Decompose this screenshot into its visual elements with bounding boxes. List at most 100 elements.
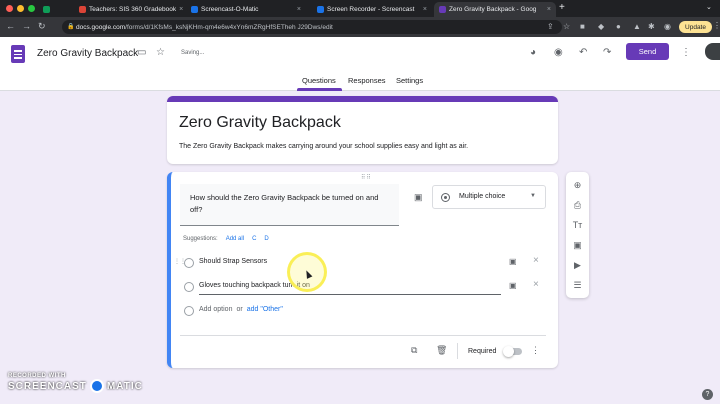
star-icon[interactable]: ☆ — [156, 47, 165, 59]
option-radio-icon — [184, 306, 194, 316]
add-title-icon[interactable]: Tт — [566, 220, 589, 230]
browser-tab[interactable]: Screen Recorder - Screencast × — [312, 2, 432, 17]
send-button[interactable]: Send — [626, 43, 669, 60]
tab-title: Teachers: SIS 360 Gradebook — [89, 6, 177, 13]
tab-settings[interactable]: Settings — [396, 76, 423, 85]
favicon-icon — [191, 6, 198, 13]
add-image-icon[interactable]: ▣ — [566, 240, 589, 251]
remove-option-icon[interactable]: × — [533, 255, 539, 266]
forms-logo-icon[interactable] — [11, 45, 25, 63]
redo-icon[interactable]: ↷ — [603, 47, 611, 59]
option-input[interactable]: Gloves touching backpack turn it on — [199, 279, 501, 295]
option-text[interactable]: Should Strap Sensors — [199, 258, 267, 265]
add-option-link[interactable]: Add option or add "Other" — [199, 306, 283, 313]
move-to-folder-icon[interactable]: ▭ — [137, 47, 146, 59]
question-toolbar: ⊕ ⎙ Tт ▣ ▶ ☰ — [566, 172, 589, 298]
extension-icon[interactable]: ◆ — [598, 21, 604, 32]
browser-tab-active[interactable]: Zero Gravity Backpack - Goog × — [434, 2, 556, 17]
browser-menu-icon[interactable]: ⋮ — [713, 21, 720, 30]
suggestion-c[interactable]: C — [252, 236, 256, 242]
add-section-icon[interactable]: ☰ — [566, 280, 589, 291]
forms-header: Zero Gravity Backpack ▭ ☆ Saving... ◕ ◉ … — [0, 37, 720, 91]
option-row[interactable]: ⋮⋮ Should Strap Sensors ▣ × — [174, 255, 550, 271]
drag-handle-icon[interactable]: ⠿⠿ — [361, 174, 372, 181]
bookmark-star-icon[interactable]: ☆ — [563, 21, 570, 32]
add-other-link[interactable]: add "Other" — [247, 306, 283, 313]
maximize-window-button[interactable] — [28, 5, 35, 12]
required-label: Required — [468, 348, 497, 355]
new-tab-icon[interactable]: + — [559, 2, 565, 13]
close-tab-icon[interactable]: × — [423, 6, 427, 13]
minimize-window-button[interactable] — [17, 5, 24, 12]
form-description[interactable]: The Zero Gravity Backpack makes carrying… — [179, 143, 468, 150]
question-card[interactable]: ⠿⠿ How should the Zero Gravity Backpack … — [167, 172, 558, 368]
url-path: /forms/d/1KfsMs_ksNjKHm-qm4e6w4xYn6mZRgH… — [125, 23, 333, 31]
add-option-row: Add option or add "Other" — [180, 303, 550, 319]
save-status: Saving... — [181, 50, 205, 56]
browser-tab-sheets[interactable] — [38, 2, 58, 17]
tab-responses[interactable]: Responses — [348, 76, 386, 85]
duplicate-icon[interactable]: ⧉ — [411, 345, 417, 356]
required-toggle[interactable] — [503, 346, 522, 357]
remove-option-icon[interactable]: × — [533, 279, 539, 290]
close-window-button[interactable] — [6, 5, 13, 12]
tab-search-icon[interactable]: ⌄ — [706, 3, 712, 11]
suggestion-d[interactable]: D — [264, 236, 268, 242]
forward-icon[interactable]: → — [22, 21, 31, 32]
import-questions-icon[interactable]: ⎙ — [566, 200, 589, 211]
profile-icon[interactable]: ◉ — [664, 21, 671, 32]
close-tab-icon[interactable]: × — [179, 6, 183, 13]
tab-questions[interactable]: Questions — [302, 76, 336, 85]
favicon-icon — [317, 6, 324, 13]
add-image-icon[interactable]: ▣ — [414, 192, 423, 203]
recording-watermark: RECORDED WITH SCREENCAST MATIC — [8, 373, 143, 393]
suggestions-label: Suggestions: — [183, 236, 218, 242]
extensions-puzzle-icon[interactable]: ✱ — [648, 21, 655, 32]
preview-eye-icon[interactable]: ◉ — [554, 47, 563, 59]
palette-icon[interactable]: ◕ — [530, 47, 536, 59]
back-icon[interactable]: ← — [6, 21, 15, 32]
tab-title: Zero Gravity Backpack - Goog — [449, 6, 537, 13]
add-option-label[interactable]: Add option — [199, 306, 232, 313]
delete-icon[interactable]: 🗑 — [436, 345, 447, 356]
add-image-icon[interactable]: ▣ — [509, 257, 517, 266]
form-tabs: Questions Responses Settings — [0, 73, 720, 91]
watermark-text: SCREENCAST — [8, 380, 87, 392]
browser-tab[interactable]: Teachers: SIS 360 Gradebook × — [74, 2, 184, 17]
extension-icon[interactable]: ■ — [580, 21, 585, 32]
or-label: or — [236, 306, 243, 313]
browser-tab-strip: Teachers: SIS 360 Gradebook × Screencast… — [0, 0, 720, 17]
undo-icon[interactable]: ↶ — [579, 47, 587, 59]
more-options-icon[interactable]: ⋮ — [681, 47, 691, 59]
suggestion-add-all[interactable]: Add all — [226, 236, 244, 242]
close-tab-icon[interactable]: × — [547, 6, 551, 13]
question-type-select[interactable]: Multiple choice ▼ — [432, 185, 546, 209]
add-image-icon[interactable]: ▣ — [509, 281, 517, 290]
extension-icon[interactable]: ● — [616, 21, 621, 32]
radio-button-icon — [441, 193, 450, 202]
document-title[interactable]: Zero Gravity Backpack — [37, 48, 138, 59]
more-options-icon[interactable]: ⋮ — [531, 345, 540, 356]
reload-icon[interactable]: ↻ — [38, 21, 46, 32]
extension-icon[interactable]: ▲ — [633, 21, 641, 32]
watermark-text: MATIC — [106, 380, 143, 392]
add-video-icon[interactable]: ▶ — [566, 260, 589, 271]
dropdown-arrow-icon: ▼ — [530, 193, 536, 199]
form-title-card[interactable]: Zero Gravity Backpack The Zero Gravity B… — [167, 96, 558, 164]
form-title[interactable]: Zero Gravity Backpack — [179, 114, 341, 132]
share-icon[interactable]: ⇪ — [547, 21, 554, 32]
browser-toolbar: ← → ↻ 🔒 docs.google.com/forms/d/1KfsMs_k… — [0, 17, 720, 37]
avatar[interactable] — [705, 43, 720, 60]
close-tab-icon[interactable]: × — [297, 6, 301, 13]
update-button[interactable]: Update — [679, 21, 712, 33]
address-bar[interactable]: 🔒 docs.google.com/forms/d/1KfsMs_ksNjKHm… — [62, 20, 562, 34]
help-icon[interactable]: ? — [702, 389, 713, 400]
option-row[interactable]: Gloves touching backpack turn it on ▣ × — [180, 279, 550, 295]
browser-tab[interactable]: Screencast-O-Matic × — [186, 2, 306, 17]
lock-icon: 🔒 — [67, 24, 75, 30]
forms-favicon-icon — [439, 6, 446, 13]
add-question-icon[interactable]: ⊕ — [566, 180, 589, 191]
option-radio-icon — [184, 282, 194, 292]
divider — [180, 335, 546, 336]
question-input[interactable]: How should the Zero Gravity Backpack be … — [180, 184, 399, 226]
